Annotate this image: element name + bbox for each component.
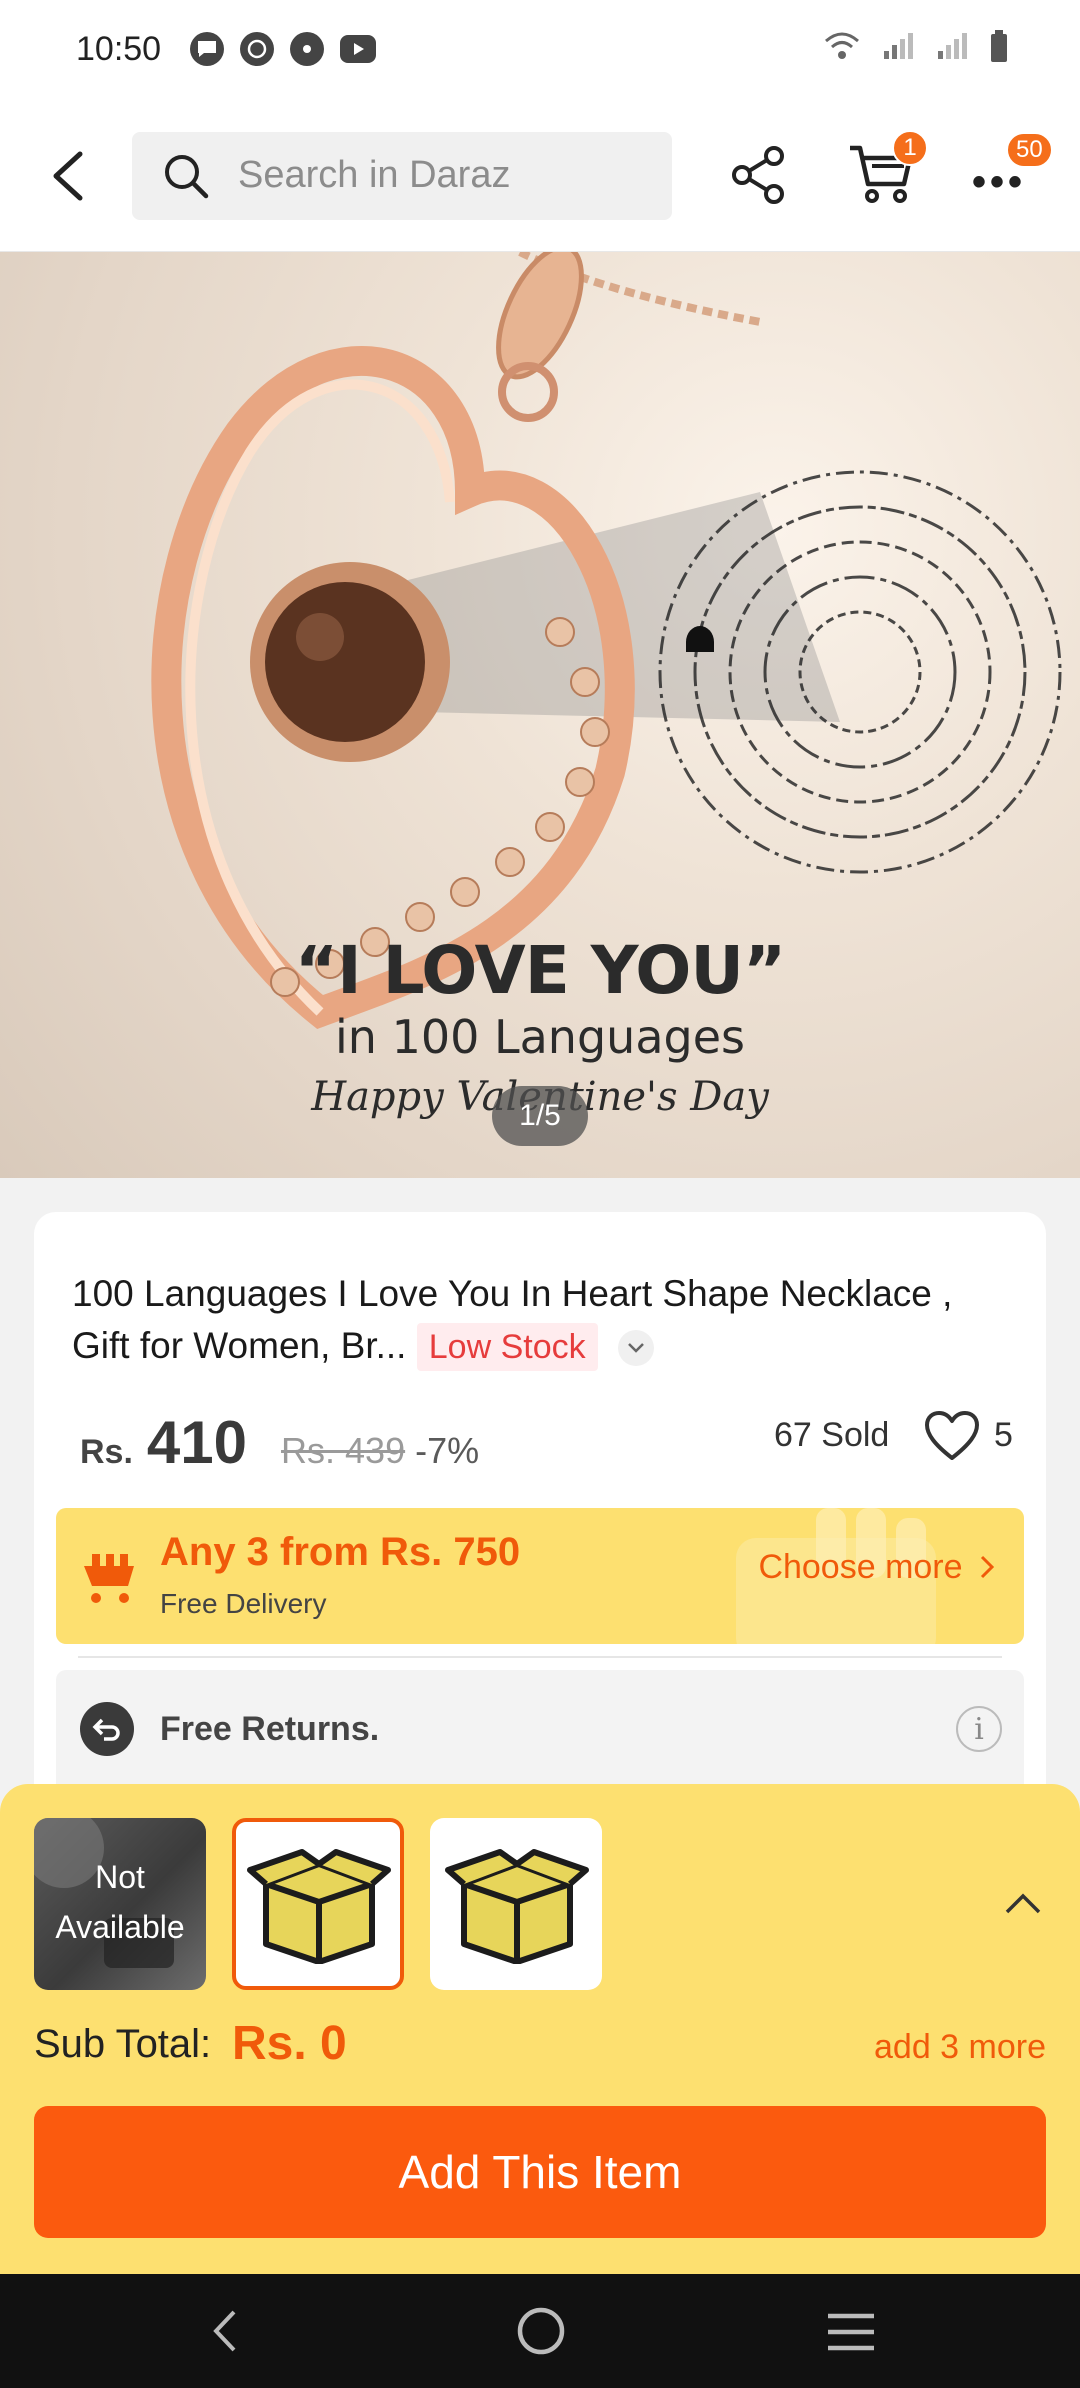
box-icon: [247, 1849, 391, 1964]
bundle-cart-icon: [84, 1554, 134, 1603]
collapse-sheet-button[interactable]: [1004, 1892, 1042, 1921]
info-icon[interactable]: i: [956, 1706, 1002, 1752]
battery-icon: [991, 30, 1007, 62]
whatsapp-icon: [240, 32, 274, 66]
divider: [78, 1656, 1002, 1658]
bundle-item-unavailable[interactable]: Not Available: [34, 1818, 206, 1990]
chrome-icon: [290, 32, 324, 66]
price-value: 410: [146, 1409, 248, 1476]
sold-count: 67 Sold: [774, 1416, 890, 1454]
share-button[interactable]: [730, 144, 788, 211]
original-price: Rs. 439: [281, 1430, 406, 1471]
youtube-icon: [340, 35, 376, 63]
search-icon: [165, 155, 209, 199]
add-this-item-button[interactable]: Add This Item: [34, 2106, 1046, 2238]
product-title[interactable]: 100 Languages I Love You In Heart Shape …: [72, 1268, 972, 1372]
cart-button[interactable]: 1: [848, 130, 928, 213]
back-button[interactable]: [44, 148, 94, 204]
subtotal-value: Rs. 0: [232, 2017, 347, 2070]
image-text-subline: in 100 Languages: [335, 1010, 745, 1064]
bundle-item-selected[interactable]: [232, 1818, 404, 1990]
add-more-hint: add 3 more: [874, 2028, 1046, 2066]
chat-icon: [190, 32, 224, 66]
status-bar: 10:50: [0, 0, 1080, 100]
box-icon: [445, 1849, 589, 1964]
image-counter: 1/5: [492, 1086, 588, 1146]
return-icon: [80, 1702, 134, 1756]
not-available-label: Not Available: [55, 1859, 185, 1945]
chevron-right-icon: [980, 1555, 995, 1579]
system-icons: [824, 30, 1008, 62]
back-arrow-icon: [53, 151, 83, 201]
bundle-item[interactable]: [430, 1818, 602, 1990]
low-stock-badge: Low Stock: [416, 1323, 598, 1371]
top-app-bar: Search in Daraz 1 ••• 50: [0, 100, 1080, 252]
notification-icons: [190, 32, 376, 66]
wifi-icon: [825, 32, 859, 59]
image-text-headline: “I LOVE YOU”: [294, 932, 787, 1009]
discount-percent: -7%: [415, 1430, 480, 1471]
nav-back-icon[interactable]: [210, 2308, 240, 2354]
cart-count-badge: 1: [892, 130, 928, 166]
bundle-promo-banner[interactable]: Any 3 from Rs. 750 Free Delivery Choose …: [56, 1508, 1024, 1644]
price-row: Rs. 410 Rs. 439 -7%: [80, 1408, 479, 1477]
subtotal-label: Sub Total:: [34, 2022, 212, 2066]
wishlist-count: 5: [994, 1416, 1013, 1454]
choose-more-link[interactable]: Choose more: [758, 1548, 996, 1587]
more-button[interactable]: ••• 50: [972, 132, 1053, 205]
system-navigation-bar: [0, 2274, 1080, 2388]
nav-recents-icon[interactable]: [826, 2312, 876, 2352]
expand-title-button[interactable]: [617, 1330, 654, 1367]
product-info-card: 100 Languages I Love You In Heart Shape …: [34, 1212, 1046, 1812]
promo-title: Any 3 from Rs. 750: [160, 1530, 521, 1574]
wishlist-button[interactable]: [924, 1410, 980, 1467]
heart-icon: [925, 1411, 979, 1460]
share-icon: [732, 146, 784, 204]
search-input[interactable]: Search in Daraz: [238, 154, 510, 197]
search-bar[interactable]: Search in Daraz: [132, 132, 672, 220]
free-returns-label: Free Returns.: [160, 1710, 380, 1748]
promo-subtitle: Free Delivery: [160, 1588, 327, 1619]
signal-icon: [938, 33, 967, 59]
product-image-gallery[interactable]: “I LOVE YOU” in 100 Languages Happy Vale…: [0, 252, 1080, 1178]
nav-home-icon[interactable]: [516, 2306, 566, 2356]
chevron-down-icon: [628, 1343, 644, 1353]
signal-icon: [884, 33, 913, 59]
bundle-bottom-sheet: Not Available Sub Total: Rs. 0 add 3 mor…: [0, 1784, 1080, 2274]
choose-more-label: Choose more: [758, 1548, 963, 1586]
chevron-up-icon: [1005, 1893, 1041, 1914]
status-time: 10:50: [76, 30, 162, 68]
message-count-badge: 50: [1006, 132, 1053, 168]
price-currency: Rs.: [80, 1433, 133, 1471]
